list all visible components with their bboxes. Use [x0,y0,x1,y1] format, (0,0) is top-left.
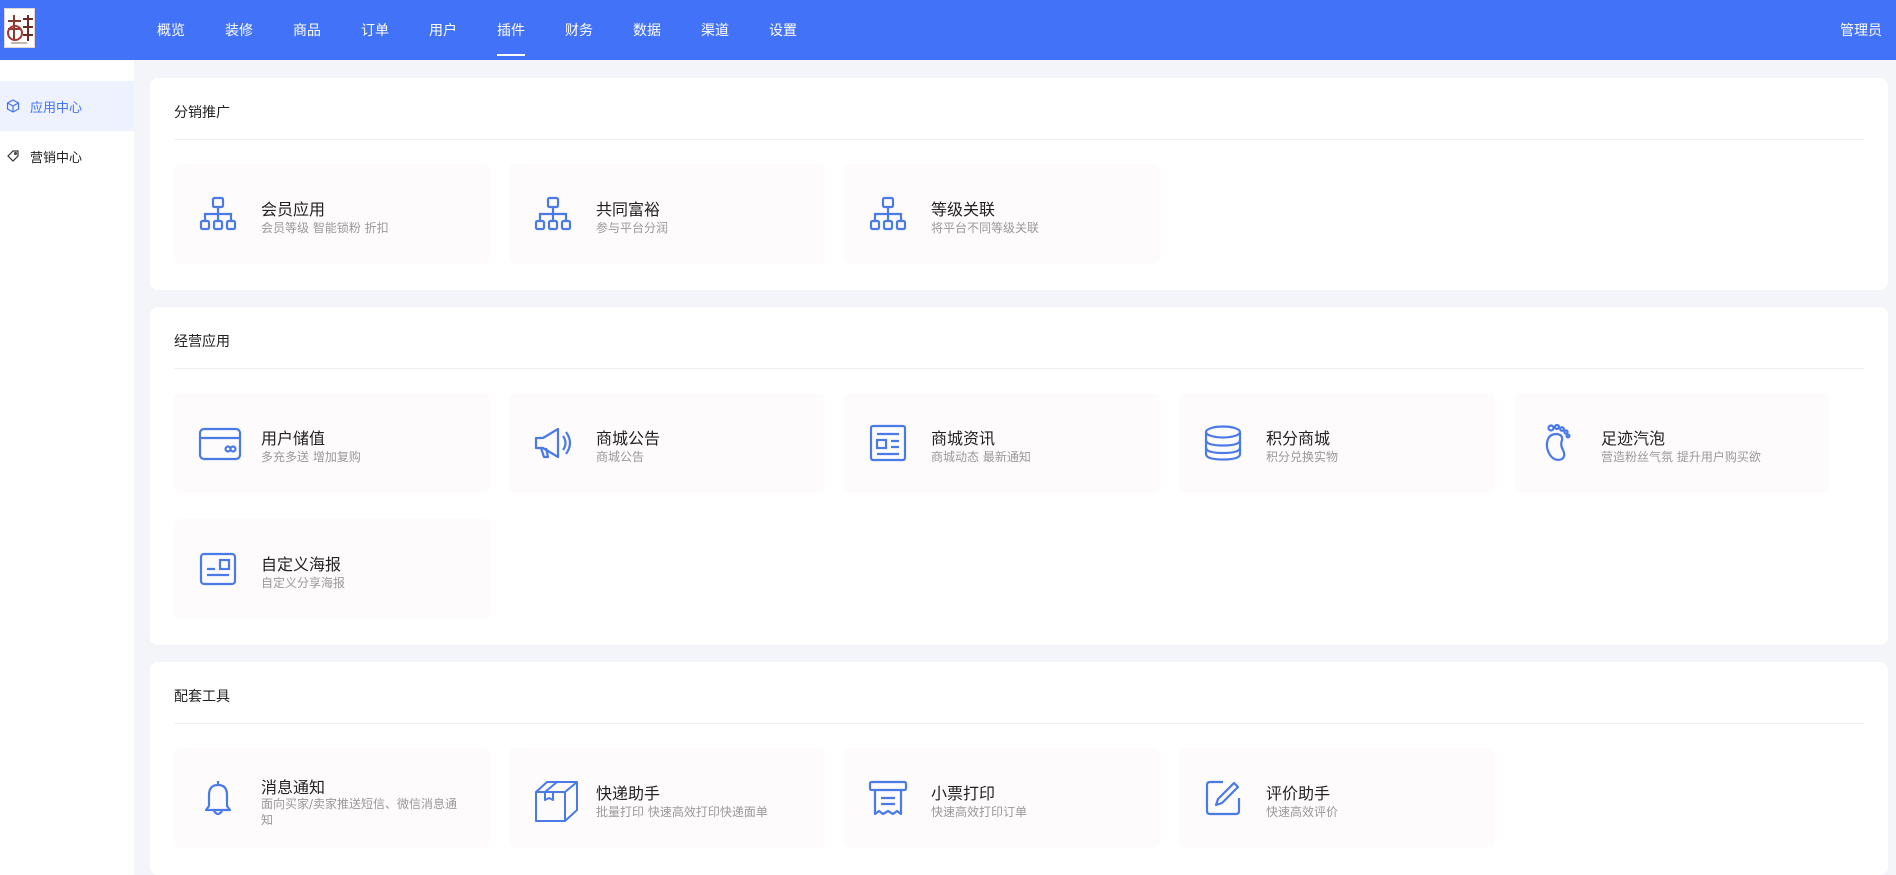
app-card-express[interactable]: 快递助手 批量打印 快速高效打印快递面单 [509,748,825,848]
divider [174,139,1864,140]
card-title: 小票打印 [931,784,996,803]
sidebar-item-marketing-center[interactable]: 营销中心 [0,131,134,181]
org-chart-icon [198,194,238,234]
nav-decoration[interactable]: 装修 [205,0,273,60]
card-title: 商城公告 [596,429,661,448]
org-chart-icon [533,194,573,234]
card-description: 会员等级 智能锁粉 折扣 [261,221,389,235]
divider [174,368,1864,369]
card-description: 积分兑换实物 [1266,450,1339,464]
card-title: 积分商城 [1266,429,1331,448]
nav-overview[interactable]: 概览 [137,0,205,60]
box-icon [533,778,578,822]
section-title: 经营应用 [174,334,230,350]
nav-plugins[interactable]: 插件 [477,0,545,60]
card-title: 评价助手 [1266,784,1331,803]
card-description: 商城动态 最新通知 [931,450,1031,464]
sidebar-item-label: 应用中心 [30,100,83,116]
app-card-user-balance[interactable]: 用户储值 多充多送 增加复购 [174,393,490,493]
card-title: 商城资讯 [931,429,996,448]
card-description: 商城公告 [596,450,645,464]
card-title: 快递助手 [596,784,661,803]
card-description: 批量打印 快速高效打印快递面单 [596,805,768,819]
app-card-review-helper[interactable]: 评价助手 快速高效评价 [1179,748,1495,848]
app-card-common-prosperity[interactable]: 共同富裕 参与平台分润 [509,164,825,264]
nav-orders[interactable]: 订单 [341,0,409,60]
card-title: 会员应用 [261,200,326,219]
section-title: 分销推广 [174,105,230,121]
nav-data[interactable]: 数据 [613,0,681,60]
top-bar: 概览 装修 商品 订单 用户 插件 财务 数据 渠道 设置 管理员 [0,0,1896,60]
card-description: 多充多送 增加复购 [261,450,361,464]
megaphone-icon [533,423,573,463]
app-card-member[interactable]: 会员应用 会员等级 智能锁粉 折扣 [174,164,490,264]
tag-icon [6,149,20,163]
app-card-custom-poster[interactable]: 自定义海报 自定义分享海报 [174,519,490,619]
org-chart-icon [868,194,908,234]
poster-icon [198,549,238,589]
sidebar-item-app-center[interactable]: 应用中心 [0,81,134,131]
card-description: 快速高效打印订单 [931,805,1028,819]
nav-channels[interactable]: 渠道 [681,0,749,60]
card-title: 自定义海报 [261,555,342,574]
card-title: 足迹汽泡 [1601,429,1666,448]
footprint-icon [1538,423,1578,463]
logo[interactable] [4,8,35,48]
card-description: 快速高效评价 [1266,805,1339,819]
card-title: 共同富裕 [596,200,661,219]
app-card-points-mall[interactable]: 积分商城 积分兑换实物 [1179,393,1495,493]
nav-users[interactable]: 用户 [409,0,477,60]
main-nav: 概览 装修 商品 订单 用户 插件 财务 数据 渠道 设置 [137,0,817,60]
printer-icon [868,778,908,818]
edit-icon [1203,778,1243,818]
app-card-news[interactable]: 商城资讯 商城动态 最新通知 [844,393,1160,493]
cube-icon [6,99,20,113]
nav-settings[interactable]: 设置 [749,0,817,60]
sidebar: 应用中心 营销中心 [0,60,134,875]
section-tools: 配套工具 消息通知 面向买家/卖家推送短信、微信消息通知 快递助手 批量打印 快… [150,662,1888,875]
bell-icon [198,778,238,818]
section-title: 配套工具 [174,689,230,705]
app-card-receipt-print[interactable]: 小票打印 快速高效打印订单 [844,748,1160,848]
card-description: 自定义分享海报 [261,576,346,590]
card-description: 将平台不同等级关联 [931,221,1040,235]
news-icon [868,423,908,463]
card-description: 面向买家/卖家推送短信、微信消息通知 [261,797,458,827]
section-distribution: 分销推广 会员应用 会员等级 智能锁粉 折扣 共同富裕 参与平台分润 等级关联 … [150,78,1888,290]
app-card-announcement[interactable]: 商城公告 商城公告 [509,393,825,493]
card-title: 消息通知 [261,778,326,797]
card-icon [198,423,242,463]
card-description: 营造粉丝气氛 提升用户购买欲 [1601,450,1761,464]
admin-menu[interactable]: 管理员 [1840,0,1882,60]
card-description: 参与平台分润 [596,221,669,235]
nav-finance[interactable]: 财务 [545,0,613,60]
divider [174,723,1864,724]
app-card-message-notice[interactable]: 消息通知 面向买家/卖家推送短信、微信消息通知 [174,748,490,848]
card-title: 等级关联 [931,200,996,219]
sidebar-item-label: 营销中心 [30,150,83,166]
section-operations: 经营应用 用户储值 多充多送 增加复购 商城公告 商城公告 商城资讯 商城动态 … [150,307,1888,645]
app-card-level-link[interactable]: 等级关联 将平台不同等级关联 [844,164,1160,264]
coins-icon [1203,423,1243,463]
app-card-footprint[interactable]: 足迹汽泡 营造粉丝气氛 提升用户购买欲 [1514,393,1830,493]
card-title: 用户储值 [261,429,326,448]
nav-products[interactable]: 商品 [273,0,341,60]
